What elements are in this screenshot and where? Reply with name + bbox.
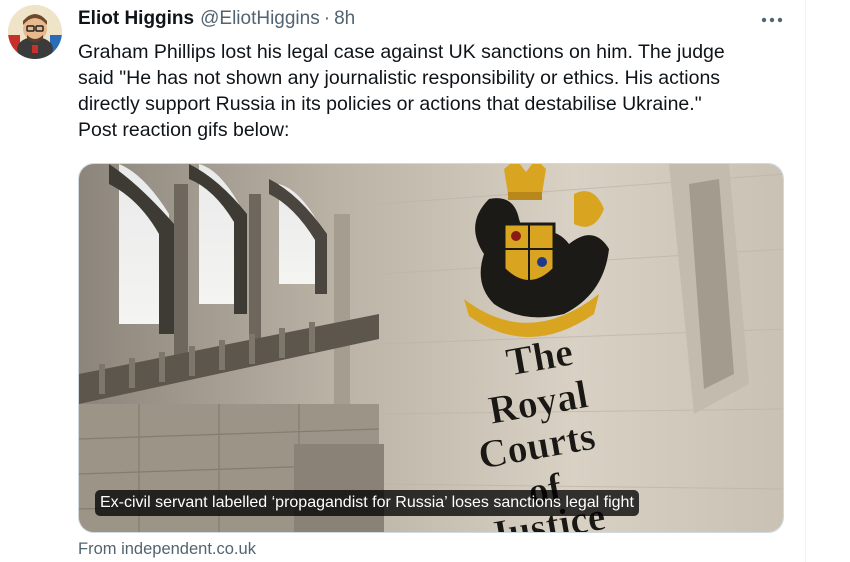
avatar[interactable]	[8, 5, 62, 59]
more-options-button[interactable]	[756, 6, 788, 34]
tweet-header: Eliot Higgins @EliotHiggins · 8h	[78, 6, 355, 32]
header-separator: ·	[323, 8, 331, 29]
more-horizontal-icon	[761, 17, 783, 23]
timeline-divider	[805, 0, 806, 562]
link-source[interactable]: From independent.co.uk	[78, 540, 256, 559]
link-card[interactable]: The Royal Courts of Justice	[78, 163, 784, 533]
author-name[interactable]: Eliot Higgins	[78, 8, 194, 30]
tweet-text: Graham Phillips lost his legal case agai…	[78, 39, 790, 143]
tweet-timestamp[interactable]: 8h	[334, 8, 355, 30]
tweet-text-line: Post reaction gifs below:	[78, 119, 290, 141]
link-card-headline[interactable]: Ex-civil servant labelled ‘propagandist …	[95, 490, 639, 516]
author-handle[interactable]: @EliotHiggins	[200, 8, 320, 30]
avatar-illustration	[8, 5, 62, 59]
card-image: The Royal Courts of Justice	[79, 164, 783, 532]
tweet-text-line: Graham Phillips lost his legal case agai…	[78, 41, 725, 63]
tweet-text-line: said "He has not shown any journalistic …	[78, 67, 721, 89]
tweet-text-line: directly support Russia in its policies …	[78, 93, 702, 115]
